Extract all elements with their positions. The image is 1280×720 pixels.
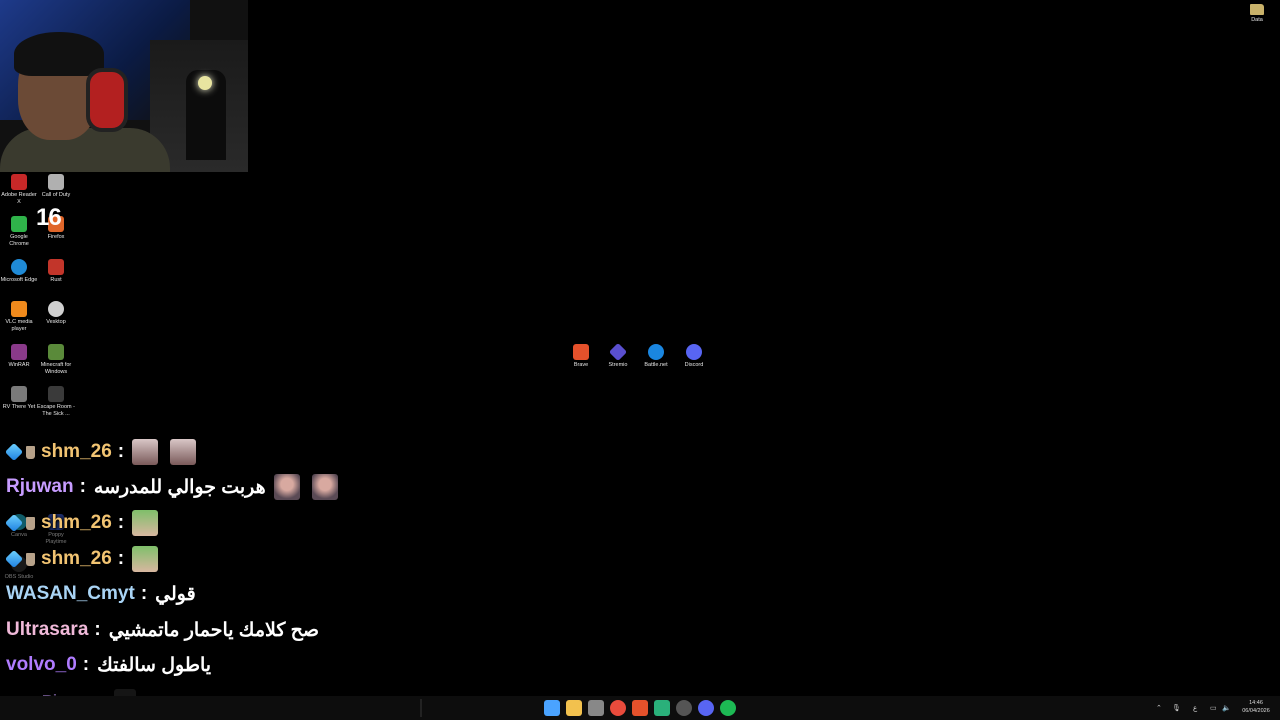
rv-there-yet-icon — [11, 386, 27, 402]
chat-text: قولي — [155, 583, 196, 605]
emote-icon — [132, 546, 159, 572]
chat-username: shm_26 — [41, 441, 112, 462]
subscriber-badge-icon — [4, 549, 24, 569]
chat-message: Rjuwan : هربت جوالي للمدرسه — [6, 473, 350, 501]
subscriber-badge-icon — [4, 513, 24, 533]
chat-message: Ultrasara : صح كلامك ياحمار ماتمشيي — [6, 616, 327, 644]
chat-username: WASAN_Cmyt — [6, 583, 135, 604]
chat-message: WASAN_Cmyt : قولي — [6, 580, 204, 608]
brave-icon[interactable] — [632, 700, 648, 716]
folder-icon — [1250, 4, 1264, 15]
chat-separator: : — [117, 512, 125, 533]
minecraft-icon — [48, 344, 64, 360]
vlc-icon — [11, 301, 27, 317]
adobe-reader-icon — [11, 174, 27, 190]
cup-badge-icon — [26, 516, 35, 530]
emote-icon — [132, 510, 159, 536]
webcam-person-hair — [14, 32, 104, 76]
clock-date: 06/04/2026 — [1242, 708, 1270, 714]
chat-message: shm_26 : — [4, 545, 170, 573]
stremio-icon — [608, 342, 628, 362]
desktop-icon-data-folder[interactable]: Data — [1238, 4, 1276, 24]
desktop-icon-microsoft-edge[interactable]: Microsoft Edge — [0, 259, 38, 284]
chat-username: Rjuwan — [6, 476, 74, 497]
winrar-icon — [11, 344, 27, 360]
chat-separator: : — [94, 619, 101, 640]
desktop-icon-battle-net[interactable]: Battle.net — [637, 344, 675, 369]
brave-icon — [573, 344, 589, 360]
emote-icon — [132, 439, 159, 465]
desktop-icon-discord[interactable]: Discord — [675, 344, 713, 369]
chat-separator: : — [140, 583, 148, 604]
desktop-icon-stremio[interactable]: Stremio — [599, 342, 637, 369]
store-icon[interactable] — [588, 700, 604, 716]
chat-separator: : — [117, 548, 125, 569]
desktop-icon-rust[interactable]: Rust — [37, 259, 75, 284]
desktop-icon-rv-there-yet[interactable]: RV There Yet — [0, 386, 38, 411]
webcam-headset — [86, 68, 128, 132]
chat-username: Ultrasara — [6, 619, 89, 640]
chat-separator: : — [79, 476, 86, 497]
edge-icon — [11, 259, 27, 275]
emote-icon — [311, 474, 338, 500]
volume-icon[interactable]: 🔈 — [1222, 696, 1231, 720]
network-icon[interactable]: ▭ — [1210, 696, 1217, 720]
chrome-icon[interactable] — [610, 700, 626, 716]
taskbar-divider — [420, 699, 422, 717]
spotify-icon[interactable] — [720, 700, 736, 716]
chat-separator: : — [82, 654, 90, 675]
desktop-icon-brave[interactable]: Brave — [562, 344, 600, 369]
rust-icon — [48, 259, 64, 275]
emote-icon — [170, 439, 197, 465]
clock-time: 14:46 — [1249, 700, 1263, 706]
chat-username: shm_26 — [41, 512, 112, 533]
vesktop-icon — [48, 301, 64, 317]
file-explorer-icon[interactable] — [566, 700, 582, 716]
desktop-icon-vesktop[interactable]: Vesktop — [37, 301, 75, 326]
tray-chevron-up-icon[interactable]: ⌃ — [1156, 696, 1162, 720]
chat-username: shm_26 — [41, 548, 112, 569]
chat-text: صح كلامك ياحمار ماتمشيي — [108, 619, 320, 641]
desktop-icon-call-of-duty[interactable]: Call of Duty — [37, 174, 75, 199]
obs-icon[interactable] — [676, 700, 692, 716]
discord-icon — [686, 344, 702, 360]
start-icon[interactable] — [544, 700, 560, 716]
subscriber-badge-icon — [4, 442, 24, 462]
chat-message: volvo_0 : ياطول سالفتك — [6, 651, 219, 679]
desktop-icon-escape-room[interactable]: Escape Room - The Sick ... — [37, 386, 75, 418]
desktop-icon-winrar[interactable]: WinRAR — [0, 344, 38, 369]
app-icon[interactable] — [654, 700, 670, 716]
cup-badge-icon — [26, 445, 35, 459]
counter-overlay: 16 — [36, 204, 62, 231]
microphone-icon[interactable]: 🎙 — [1172, 696, 1181, 720]
chat-separator: : — [117, 441, 125, 462]
desktop-icon-adobe-reader[interactable]: Adobe Reader X — [0, 174, 38, 206]
battle-net-icon — [648, 344, 664, 360]
chat-username: volvo_0 — [6, 654, 77, 675]
escape-room-icon — [48, 386, 64, 402]
chat-text: ياطول سالفتك — [97, 654, 212, 676]
webcam-person-body — [0, 128, 170, 172]
desktop-icon-minecraft[interactable]: Minecraft for Windows — [37, 344, 75, 376]
cup-badge-icon — [26, 552, 35, 566]
chat-message: shm_26 : — [4, 438, 208, 466]
webcam-light — [198, 76, 212, 90]
emote-icon — [273, 474, 300, 500]
taskbar: ⌃ 🎙 ع ▭ 🔈 14:46 06/04/2026 — [0, 696, 1280, 720]
language-indicator[interactable]: ع — [1193, 696, 1197, 720]
call-of-duty-icon — [48, 174, 64, 190]
clock[interactable]: 14:46 06/04/2026 — [1236, 699, 1276, 715]
chat-message: shm_26 : — [4, 509, 170, 537]
desktop-icon-vlc[interactable]: VLC media player — [0, 301, 38, 333]
desktop-icon-google-chrome[interactable]: Google Chrome — [0, 216, 38, 248]
chrome-icon — [11, 216, 27, 232]
discord-icon[interactable] — [698, 700, 714, 716]
chat-text: هربت جوالي للمدرسه — [93, 476, 266, 498]
webcam-overlay — [0, 0, 248, 172]
